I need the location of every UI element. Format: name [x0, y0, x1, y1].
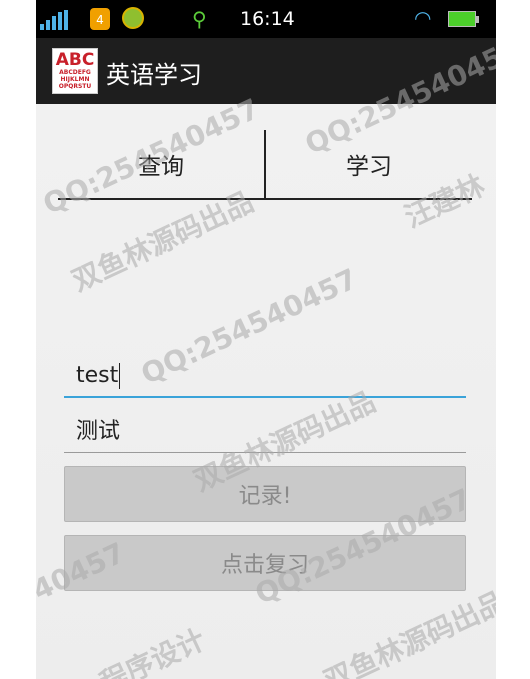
- watermark-design: 程序设计: [94, 622, 211, 679]
- record-button[interactable]: 记录!: [64, 466, 466, 522]
- left-margin: [0, 0, 36, 679]
- status-time: 16:14: [240, 8, 295, 30]
- app-notification-icon: [122, 7, 144, 29]
- tab-study[interactable]: 学习: [266, 130, 472, 198]
- signal-icon: [40, 10, 68, 30]
- action-bar: ABC ABCDEFG HIJKLMN OPQRSTU 英语学习: [36, 38, 496, 104]
- status-bar: 4 ⚲ 16:14 ◠: [36, 0, 496, 38]
- tab-query[interactable]: 查询: [58, 130, 266, 198]
- wifi-icon: ◠: [414, 6, 432, 30]
- right-margin: [496, 0, 530, 679]
- word-input[interactable]: test: [64, 356, 466, 398]
- app-logo-icon[interactable]: ABC ABCDEFG HIJKLMN OPQRSTU: [52, 48, 98, 94]
- battery-icon: [448, 11, 479, 27]
- usb-icon: ⚲: [192, 7, 207, 31]
- phone-screen: 4 ⚲ 16:14 ◠ ABC ABCDEFG HIJKLMN OPQRSTU …: [36, 0, 496, 679]
- text-cursor: [119, 363, 121, 389]
- logo-subtext: ABCDEFG HIJKLMN OPQRSTU: [58, 69, 92, 90]
- app-title: 英语学习: [106, 61, 202, 89]
- meaning-input[interactable]: 测试: [64, 412, 466, 453]
- tab-bar: 查询 学习: [58, 130, 472, 200]
- watermark-studio-3: 双鱼林源码出品: [318, 584, 496, 679]
- meaning-input-value: 测试: [76, 419, 121, 444]
- review-button[interactable]: 点击复习: [64, 535, 466, 591]
- notification-badge-icon: 4: [90, 8, 110, 30]
- logo-text: ABC: [55, 50, 95, 70]
- word-input-value: test: [76, 363, 119, 388]
